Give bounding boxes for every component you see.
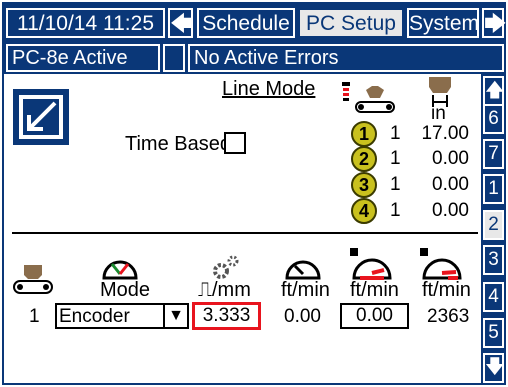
active-status: PC-8e Active	[6, 44, 160, 72]
line-mode-label: Line Mode	[222, 78, 316, 100]
tab-system[interactable]: System	[407, 8, 479, 38]
speed-label: ft/min	[281, 279, 330, 301]
max-speed-label: ft/min	[422, 279, 471, 301]
current-speed-value: 0.00	[284, 306, 321, 327]
gun-4-count: 1	[390, 200, 401, 221]
conveyor-icon	[10, 263, 56, 297]
gun-2-badge: 2	[351, 146, 377, 172]
gun-3-count: 1	[390, 174, 401, 195]
side-key-1[interactable]: 1	[483, 174, 504, 204]
gears-icon	[210, 254, 240, 280]
scroll-down-icon[interactable]: 🡇	[483, 353, 505, 383]
gun-2-value[interactable]: 0.00	[421, 148, 469, 170]
speed-setpoint-field[interactable]: 0.00	[340, 303, 409, 329]
gun-2-count: 1	[390, 148, 401, 169]
gun-4-badge: 4	[351, 198, 377, 224]
conveyor-row-number: 1	[29, 306, 40, 327]
gun-3-value[interactable]: 0.00	[421, 174, 469, 196]
section-divider	[12, 232, 478, 234]
side-key-6[interactable]: 6	[483, 104, 504, 134]
mode-label: Mode	[100, 279, 151, 301]
time-based-label: Time Based	[125, 133, 231, 155]
max-speed-value: 2363	[427, 306, 470, 327]
scroll-up-icon[interactable]: 🡅	[483, 76, 505, 106]
gun-4-value[interactable]: 0.00	[421, 200, 469, 222]
gun-conveyor-icon	[340, 80, 396, 120]
status-indicator	[163, 44, 185, 72]
pulse-per-mm-label: ⎍/mm	[198, 279, 251, 301]
nav-left-arrow-icon[interactable]: 🡄	[168, 8, 193, 38]
tab-schedule[interactable]: Schedule	[197, 8, 295, 38]
chevron-down-icon[interactable]: ▼	[163, 305, 187, 327]
gun-1-value[interactable]: 17.00	[421, 123, 469, 145]
side-key-7[interactable]: 7	[483, 139, 504, 169]
tab-pc-setup[interactable]: PC Setup	[298, 8, 404, 38]
side-key-5[interactable]: 5	[483, 318, 504, 348]
time-based-checkbox[interactable]	[224, 132, 246, 154]
mode-select-value: Encoder	[59, 306, 130, 327]
side-key-3[interactable]: 3	[483, 245, 504, 275]
side-key-4[interactable]: 4	[483, 282, 504, 312]
mode-select[interactable]: Encoder ▼	[55, 303, 189, 329]
gun-1-badge: 1	[351, 121, 377, 147]
datetime-display[interactable]: 11/10/14 11:25	[6, 8, 165, 38]
edit-icon[interactable]	[13, 89, 69, 145]
error-status: No Active Errors	[188, 44, 504, 72]
side-key-2[interactable]: 2	[483, 210, 504, 240]
speed-limit-gauge-icon	[348, 246, 394, 282]
unit-in-label: in	[431, 103, 446, 124]
gun-1-count: 1	[390, 123, 401, 144]
speed-setpoint-label: ft/min	[350, 279, 399, 301]
speed-gauge-icon	[283, 252, 323, 282]
gun-3-badge: 3	[351, 172, 377, 198]
pulse-per-mm-field[interactable]: 3.333	[192, 302, 261, 330]
nav-right-arrow-icon[interactable]: 🡆	[482, 8, 507, 38]
max-speed-gauge-icon	[418, 246, 464, 282]
mode-gauge-icon	[100, 252, 140, 282]
